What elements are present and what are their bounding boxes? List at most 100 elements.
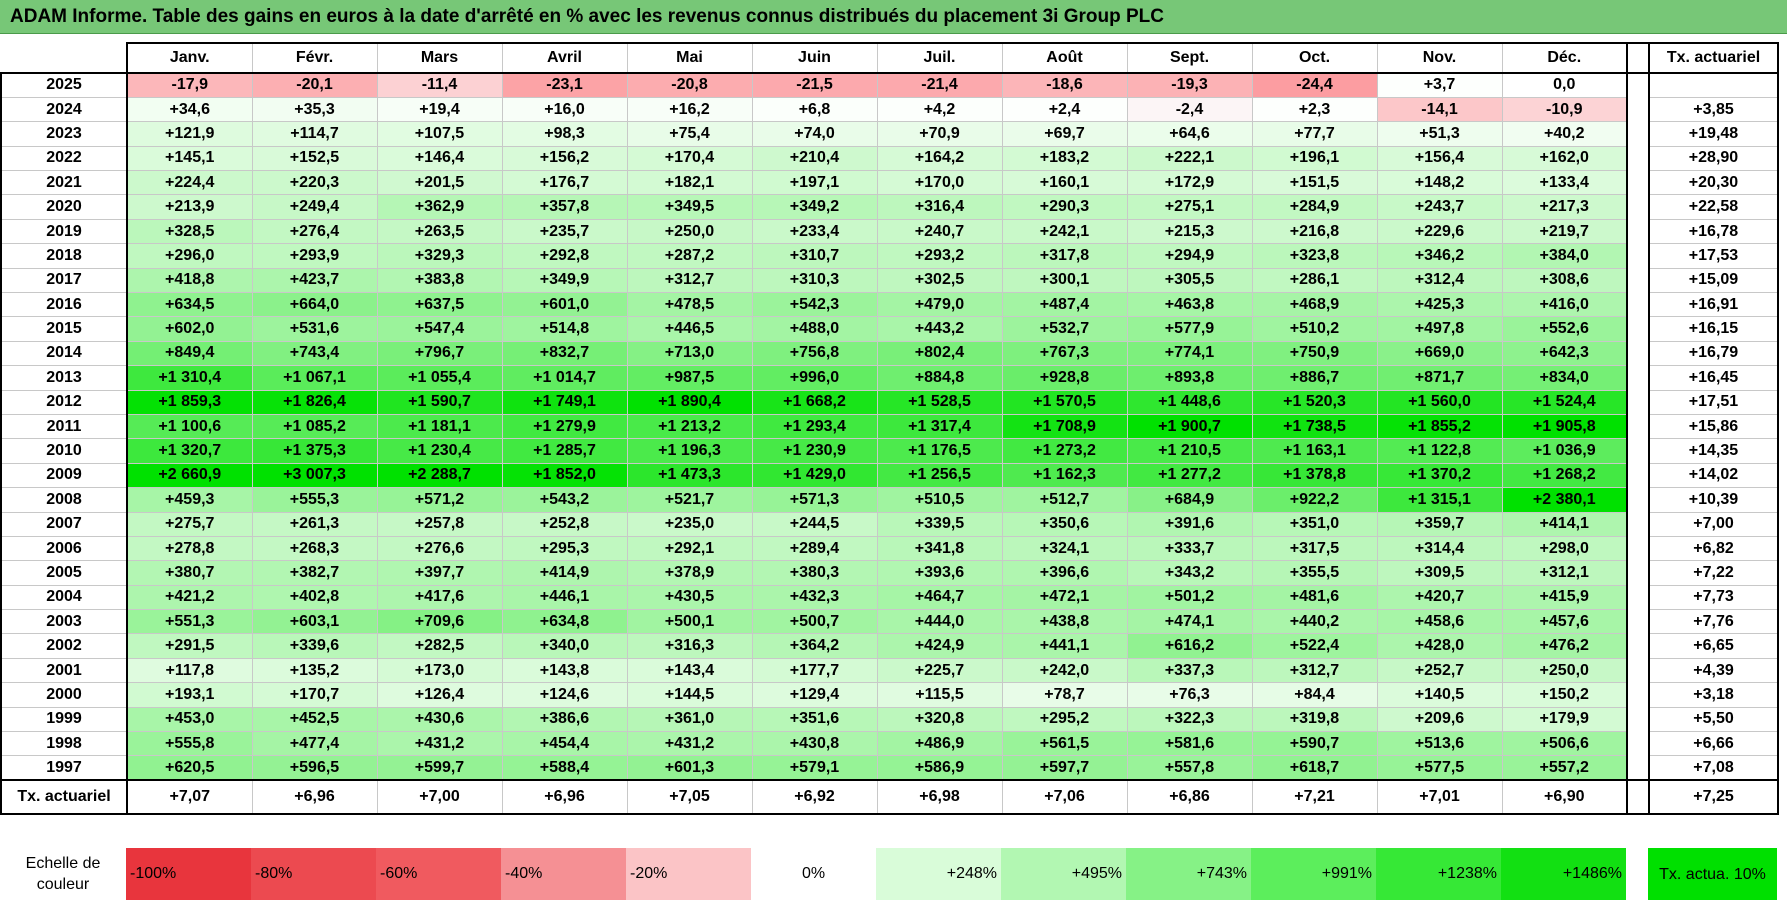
gain-cell: +261,3 (251, 511, 378, 537)
rate-cell: +17,51 (1648, 389, 1779, 415)
column-gap (1627, 97, 1649, 122)
gain-cell: +1 277,2 (1126, 462, 1253, 489)
gain-cell: +78,7 (1001, 682, 1128, 708)
scale-step: +743% (1126, 848, 1251, 900)
gain-cell: +497,8 (1376, 316, 1503, 342)
gain-cell: +242,0 (1001, 657, 1128, 684)
year-cell: 2006 (0, 535, 128, 562)
column-gap (1627, 121, 1649, 147)
gain-cell: +571,2 (376, 487, 503, 513)
gain-cell: +1 826,4 (251, 389, 378, 415)
table-row: 1998 +555,8 +477,4 +431,2 +454,4 +431,2 +430,8… (0, 731, 1779, 757)
gain-cell: +424,9 (876, 633, 1003, 659)
rate-cell: +5,50 (1648, 706, 1779, 733)
gain-cell: +362,9 (376, 194, 503, 220)
gain-cell: +380,3 (751, 560, 878, 586)
month-header: Déc. (1501, 42, 1628, 74)
year-cell: 2020 (0, 194, 128, 220)
gain-cell: +146,4 (376, 145, 503, 172)
color-scale-row: Echelle de couleur -100% -80% -60% -40% -20% 0… (0, 848, 1777, 900)
gain-cell: +252,7 (1376, 657, 1503, 684)
year-cell: 2024 (0, 96, 128, 123)
gain-cell: +440,2 (1251, 609, 1378, 635)
gain-cell: +323,8 (1251, 243, 1378, 269)
gain-cell: +521,7 (626, 487, 753, 513)
year-cell: 2008 (0, 487, 128, 513)
gain-cell: +276,4 (251, 218, 378, 245)
gain-cell: +596,5 (251, 755, 378, 781)
gain-cell: +162,0 (1501, 145, 1628, 172)
gain-cell: +292,8 (501, 243, 628, 269)
gain-cell: +743,4 (251, 340, 378, 367)
gain-cell: -19,3 (1126, 72, 1253, 98)
gain-cell: +468,9 (1251, 292, 1378, 318)
gain-cell: +2,4 (1001, 96, 1128, 123)
gain-cell: +557,2 (1501, 755, 1628, 781)
gain-cell: +577,5 (1376, 755, 1503, 781)
gain-cell: +1 014,7 (501, 365, 628, 391)
gain-cell: +1 738,5 (1251, 413, 1378, 440)
year-cell: 1997 (0, 755, 128, 781)
gain-cell: +453,0 (126, 706, 253, 733)
gain-cell: +124,6 (501, 682, 628, 708)
gain-cell: +418,8 (126, 267, 253, 294)
rate-cell: +15,86 (1648, 413, 1779, 440)
month-header: Juil. (876, 42, 1003, 74)
gain-cell: +637,5 (376, 292, 503, 318)
gain-cell: +329,3 (376, 243, 503, 269)
gain-cell: +886,7 (1251, 365, 1378, 391)
year-cell: 2013 (0, 365, 128, 391)
gain-cell: +1 429,0 (751, 462, 878, 489)
gain-cell: +512,7 (1001, 487, 1128, 513)
gain-cell: +172,9 (1126, 170, 1253, 196)
year-cell: 2021 (0, 170, 128, 196)
gain-cell: +481,6 (1251, 584, 1378, 611)
gain-cell: +343,2 (1126, 560, 1253, 586)
rate-cell: +20,30 (1648, 170, 1779, 196)
scale-step: -20% (626, 848, 751, 900)
gain-cell: +1 375,3 (251, 438, 378, 464)
month-header: Août (1001, 42, 1128, 74)
rate-cell: +10,39 (1648, 487, 1779, 513)
gain-cell: +346,2 (1376, 243, 1503, 269)
table-row: 1999 +453,0 +452,5 +430,6 +386,6 +361,0 +351,6… (0, 706, 1779, 733)
year-cell: 2009 (0, 462, 128, 489)
table-row: 2012 +1 859,3 +1 826,4 +1 590,7 +1 749,1 +1 8… (0, 389, 1779, 415)
gain-cell: -20,8 (626, 72, 753, 98)
gain-cell: +458,6 (1376, 609, 1503, 635)
gain-cell: +69,7 (1001, 121, 1128, 147)
gain-cell: +2 288,7 (376, 462, 503, 489)
gain-cell: +357,8 (501, 194, 628, 220)
gain-cell: +452,5 (251, 706, 378, 733)
month-header: Oct. (1251, 42, 1378, 74)
rate-cell: +14,35 (1648, 438, 1779, 464)
gain-cell: +1 473,3 (626, 462, 753, 489)
gain-cell: +312,7 (626, 267, 753, 294)
scale-step: +495% (1001, 848, 1126, 900)
gain-cell: +446,5 (626, 316, 753, 342)
gain-cell: +349,2 (751, 194, 878, 220)
gain-cell: +446,1 (501, 584, 628, 611)
gain-cell: +341,8 (876, 535, 1003, 562)
gain-cell: +289,4 (751, 535, 878, 562)
column-gap (1626, 848, 1648, 900)
gain-cell: +601,0 (501, 292, 628, 318)
gain-cell: +1 210,5 (1126, 438, 1253, 464)
gain-cell: +487,4 (1001, 292, 1128, 318)
column-gap (1627, 243, 1649, 269)
gain-cell: +312,4 (1376, 267, 1503, 294)
gain-cell: +417,6 (376, 584, 503, 611)
gain-cell: +713,0 (626, 340, 753, 367)
footer-rate-cell: +6,92 (751, 779, 878, 816)
gain-cell: +359,7 (1376, 511, 1503, 537)
month-header: Janv. (126, 42, 253, 74)
gain-cell: +415,9 (1501, 584, 1628, 611)
gain-cell: +286,1 (1251, 267, 1378, 294)
gain-cell: +225,7 (876, 657, 1003, 684)
table-row: 2016 +634,5 +664,0 +637,5 +601,0 +478,5 +542,3… (0, 292, 1779, 318)
report-title: ADAM Informe. Table des gains en euros à… (0, 0, 1787, 34)
table-row: 2013 +1 310,4 +1 067,1 +1 055,4 +1 014,7 +987… (0, 365, 1779, 391)
gain-cell: +216,8 (1251, 218, 1378, 245)
gain-cell: +443,2 (876, 316, 1003, 342)
gain-cell: +488,0 (751, 316, 878, 342)
